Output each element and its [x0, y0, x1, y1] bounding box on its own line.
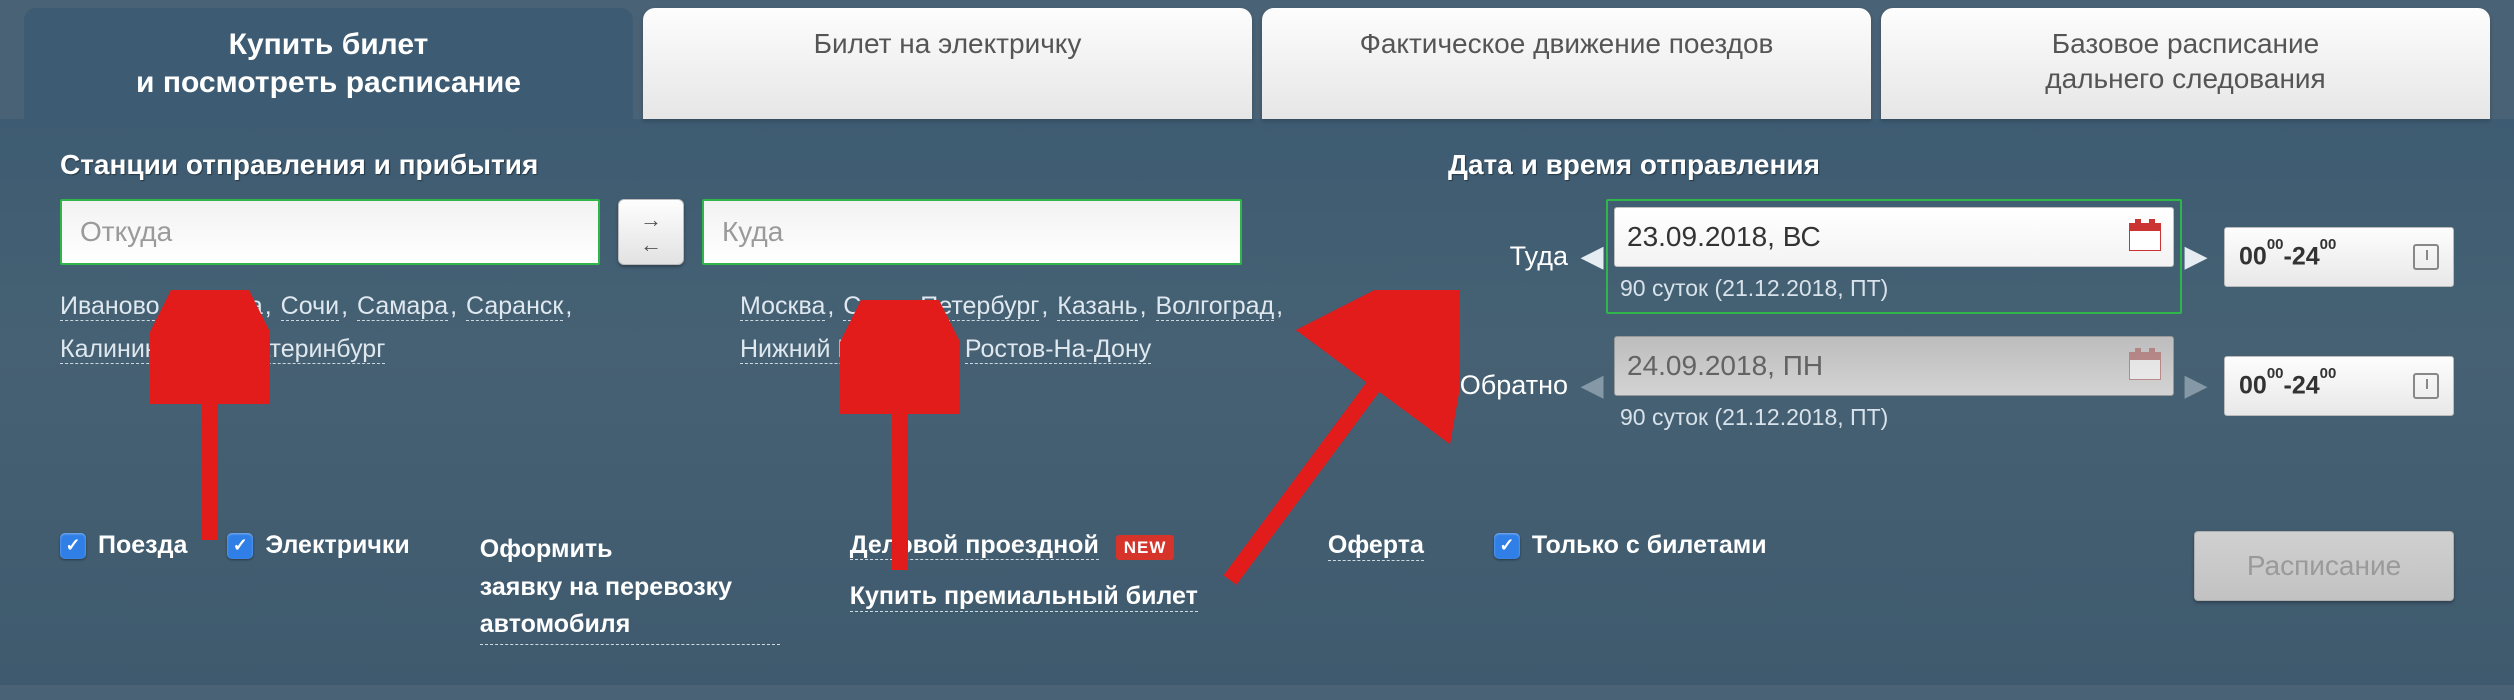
checkbox-checked-icon [1494, 533, 1520, 559]
forward-date-value: 23.09.2018, ВС [1627, 221, 1821, 253]
date-next-button[interactable]: ▶ [2182, 224, 2210, 290]
city-link[interactable]: Ростов-На-Дону [965, 335, 1151, 364]
annotation-arrow-icon [1200, 290, 1460, 590]
clock-icon [2413, 373, 2439, 399]
schedule-button[interactable]: Расписание [2194, 531, 2454, 601]
return-date-note: 90 суток (21.12.2018, ПТ) [1620, 404, 2174, 431]
city-link[interactable]: Иваново [60, 292, 160, 321]
premium-ticket-link[interactable]: Купить премиальный билет [850, 582, 1198, 612]
city-link[interactable]: Москва [740, 292, 825, 321]
forward-time-input[interactable]: 0000-2400 [2224, 227, 2454, 287]
only-tickets-checkbox-group[interactable]: Только с билетами [1494, 531, 1767, 560]
to-input[interactable] [702, 199, 1242, 265]
new-badge: NEW [1116, 535, 1175, 560]
dates-title: Дата и время отправления [1448, 149, 2454, 181]
date-prev-button[interactable]: ◀ [1578, 353, 1606, 419]
tab-base-schedule[interactable]: Базовое расписание дальнего следования [1881, 8, 2490, 119]
return-label: Обратно [1460, 370, 1568, 401]
tab-actual-movement[interactable]: Фактическое движение поездов [1262, 8, 1871, 119]
tab-suburban-ticket[interactable]: Билет на электричку [643, 8, 1252, 119]
from-city-suggestions: Иваново, Москва, Сочи, Самара, Саранск, … [60, 285, 620, 370]
swap-stations-button[interactable]: → ← [618, 199, 684, 265]
car-transport-link[interactable]: Оформить заявку на перевозку автомобиля [480, 531, 780, 645]
city-link[interactable]: Саранск [466, 292, 563, 321]
annotation-arrow-icon [150, 290, 270, 550]
only-tickets-label: Только с билетами [1532, 531, 1767, 560]
city-link[interactable]: Казань [1057, 292, 1137, 321]
forward-label: Туда [1448, 241, 1578, 272]
annotation-arrow-icon [840, 300, 960, 580]
time-range-text: 0000-2400 [2239, 371, 2336, 400]
forward-date-note: 90 суток (21.12.2018, ПТ) [1620, 275, 2174, 302]
clock-icon [2413, 244, 2439, 270]
forward-date-input[interactable]: 23.09.2018, ВС [1614, 207, 2174, 267]
arrow-right-icon: → [640, 209, 662, 231]
arrow-left-icon: ← [640, 234, 662, 256]
suburban-label: Электрички [265, 531, 409, 560]
date-prev-button[interactable]: ◀ [1578, 224, 1606, 290]
city-link[interactable]: Сочи [281, 292, 339, 321]
from-input[interactable] [60, 199, 600, 265]
city-link[interactable]: Самара [357, 292, 448, 321]
checkbox-checked-icon [60, 533, 86, 559]
calendar-icon [2129, 223, 2161, 251]
calendar-icon [2129, 352, 2161, 380]
tabs-bar: Купить билет и посмотреть расписание Бил… [0, 0, 2514, 119]
time-range-text: 0000-2400 [2239, 242, 2336, 271]
stations-title: Станции отправления и прибытия [60, 149, 1328, 181]
return-date-value: 24.09.2018, ПН [1627, 350, 1823, 382]
return-time-input[interactable]: 0000-2400 [2224, 356, 2454, 416]
date-next-button[interactable]: ▶ [2182, 353, 2210, 419]
tab-buy-ticket[interactable]: Купить билет и посмотреть расписание [24, 8, 633, 119]
return-date-input[interactable]: 24.09.2018, ПН [1614, 336, 2174, 396]
